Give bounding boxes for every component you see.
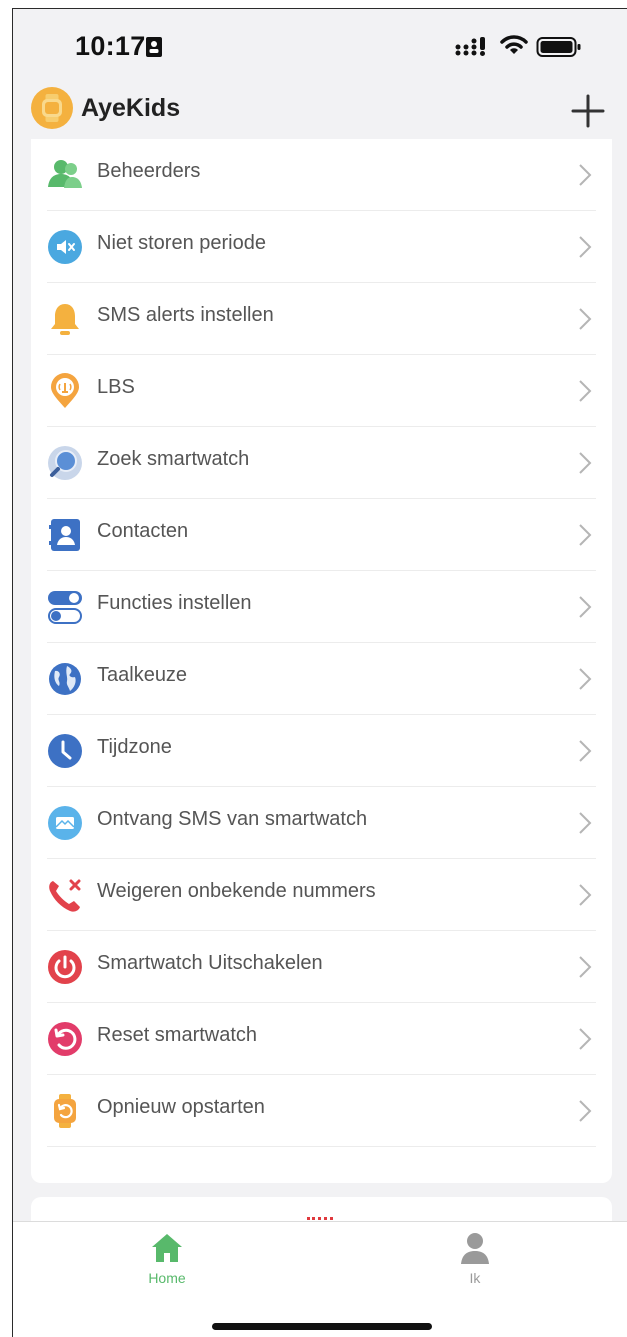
menu-item-label: Taalkeuze	[97, 664, 188, 686]
mute-icon	[48, 230, 82, 264]
menu-item-label: Contacten	[97, 520, 189, 542]
add-button[interactable]	[568, 91, 608, 131]
home-icon	[152, 1234, 182, 1262]
chevron-right-icon	[579, 668, 592, 690]
menu-item-zoek-smartwatch[interactable]: Zoek smartwatch	[47, 427, 596, 499]
menu-item-taalkeuze[interactable]: Taalkeuze	[47, 643, 596, 715]
app-header: AyeKids	[13, 81, 627, 141]
search-icon	[48, 446, 82, 480]
menu-item-label: Niet storen periode	[97, 232, 266, 254]
menu-item-niet-storen[interactable]: Niet storen periode	[47, 211, 596, 283]
reset-icon	[48, 1022, 82, 1056]
menu-item-lbs[interactable]: LBS	[47, 355, 596, 427]
menu-item-functies[interactable]: Functies instellen	[47, 571, 596, 643]
chevron-right-icon	[579, 164, 592, 186]
app-title: AyeKids	[81, 94, 181, 122]
menu-item-label: Reset smartwatch	[97, 1024, 258, 1046]
message-icon	[48, 806, 82, 840]
location-pin-icon	[51, 373, 79, 408]
chevron-right-icon	[579, 380, 592, 402]
reject-call-icon	[49, 879, 81, 912]
phone-screen: 10:17 AyeKids Beheerders Niet storen per…	[12, 8, 627, 1337]
chevron-right-icon	[579, 236, 592, 258]
menu-item-label: Tijdzone	[97, 736, 172, 758]
menu-item-sms-alerts[interactable]: SMS alerts instellen	[47, 283, 596, 355]
status-bar: 10:17	[13, 9, 627, 81]
menu-item-label: LBS	[97, 376, 135, 398]
admins-icon	[48, 160, 82, 188]
contacts-icon	[49, 519, 80, 551]
chevron-right-icon	[579, 1100, 592, 1122]
bell-icon	[51, 304, 79, 335]
chevron-right-icon	[579, 740, 592, 762]
chevron-right-icon	[579, 308, 592, 330]
chevron-right-icon	[579, 596, 592, 618]
menu-item-beheerders[interactable]: Beheerders	[47, 139, 596, 211]
menu-item-weigeren[interactable]: Weigeren onbekende nummers	[47, 859, 596, 931]
chevron-right-icon	[579, 524, 592, 546]
menu-item-label: Opnieuw opstarten	[97, 1096, 265, 1118]
chevron-right-icon	[579, 956, 592, 978]
battery-icon	[536, 37, 581, 57]
tab-home[interactable]: Home	[107, 1232, 227, 1292]
menu-item-uitschakelen[interactable]: Smartwatch Uitschakelen	[47, 931, 596, 1003]
menu-item-tijdzone[interactable]: Tijdzone	[47, 715, 596, 787]
app-logo-icon	[31, 87, 73, 129]
menu-item-opnieuw-opstarten[interactable]: Opnieuw opstarten	[47, 1075, 596, 1147]
globe-icon	[49, 663, 81, 695]
chevron-right-icon	[579, 452, 592, 474]
tab-me[interactable]: Ik	[415, 1232, 535, 1292]
status-time: 10:17	[75, 31, 146, 61]
tab-home-label: Home	[148, 1270, 186, 1286]
menu-item-label: Ontvang SMS van smartwatch	[97, 808, 368, 830]
menu-item-label: Weigeren onbekende nummers	[97, 880, 376, 902]
user-icon	[461, 1233, 489, 1264]
home-indicator	[212, 1323, 432, 1330]
wifi-icon	[500, 35, 528, 54]
settings-card: Beheerders Niet storen periode SMS alert…	[31, 139, 612, 1183]
bottom-tab-bar: Home Ik	[13, 1221, 627, 1337]
clock-icon	[48, 734, 82, 768]
menu-item-label: Functies instellen	[97, 592, 252, 614]
menu-item-reset[interactable]: Reset smartwatch	[47, 1003, 596, 1075]
tab-me-label: Ik	[469, 1270, 481, 1286]
signal-icon	[455, 37, 485, 56]
menu-item-label: Zoek smartwatch	[97, 448, 250, 470]
chevron-right-icon	[579, 884, 592, 906]
id-card-icon	[146, 37, 162, 57]
menu-item-label: Beheerders	[97, 160, 201, 182]
menu-item-contacten[interactable]: Contacten	[47, 499, 596, 571]
menu-item-ontvang-sms[interactable]: Ontvang SMS van smartwatch	[47, 787, 596, 859]
settings-menu: Beheerders Niet storen periode SMS alert…	[47, 139, 596, 1147]
chevron-right-icon	[579, 812, 592, 834]
toggles-icon	[48, 591, 82, 624]
chevron-right-icon	[579, 1028, 592, 1050]
menu-item-label: SMS alerts instellen	[97, 304, 274, 326]
power-icon	[48, 950, 82, 984]
menu-item-label: Smartwatch Uitschakelen	[97, 952, 323, 974]
restart-watch-icon	[54, 1094, 76, 1128]
